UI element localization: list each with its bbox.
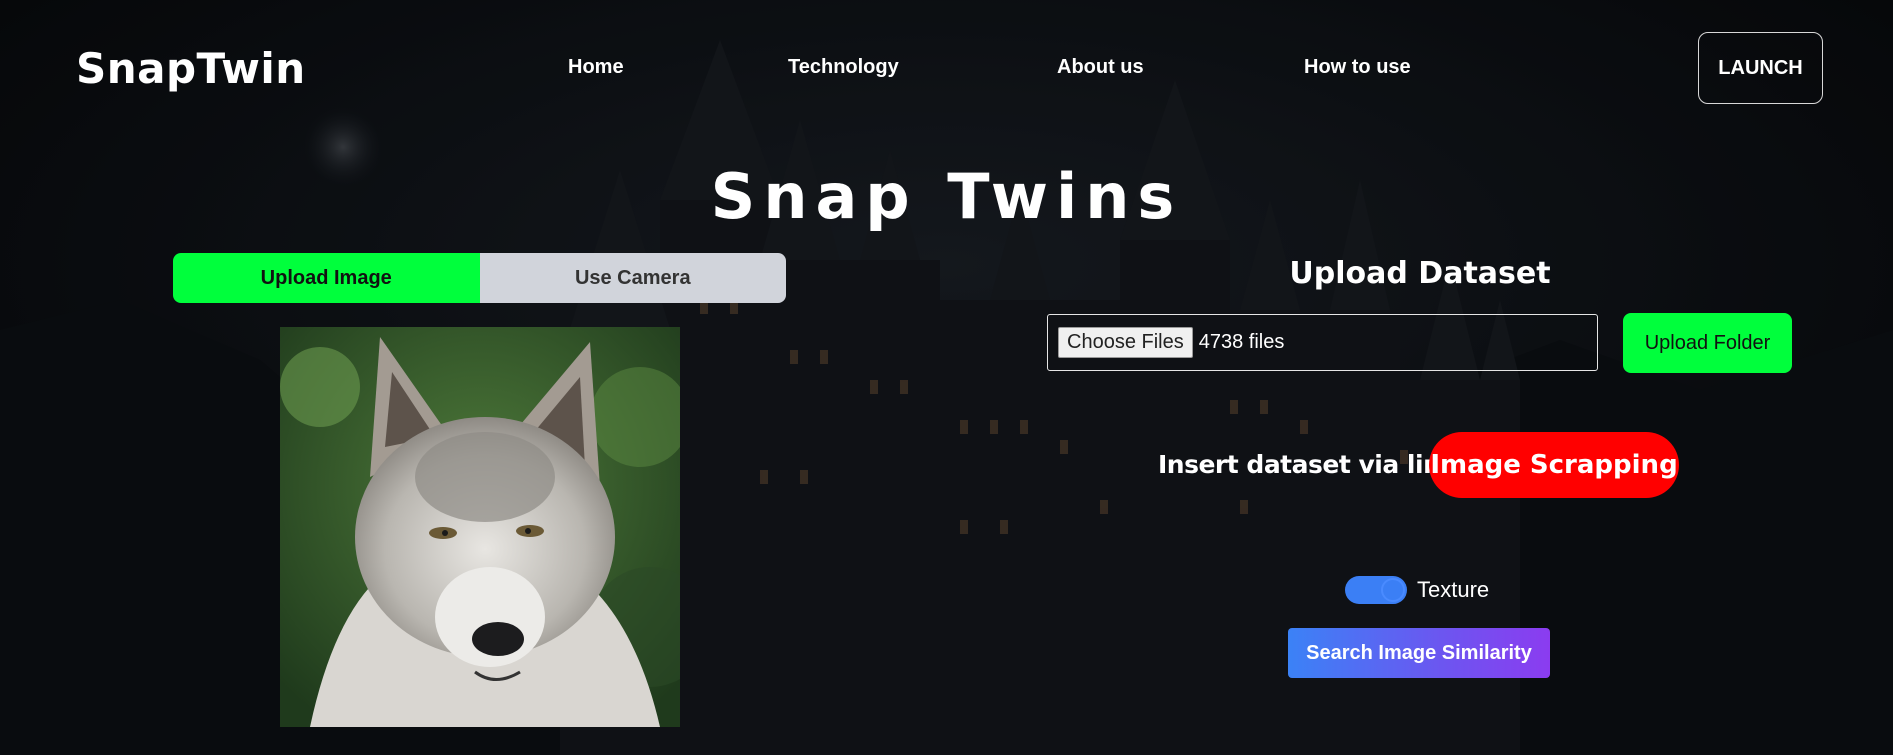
texture-toggle[interactable] (1345, 576, 1407, 604)
nav-about-link[interactable]: About us (1057, 56, 1144, 79)
image-scrapping-button[interactable]: Image Scrapping (1429, 432, 1679, 498)
choose-files-button[interactable]: Choose Files (1058, 327, 1193, 358)
launch-button[interactable]: LAUNCH (1698, 32, 1823, 104)
uploaded-image-preview (280, 327, 680, 727)
dataset-file-input[interactable]: Choose Files 4738 files (1047, 314, 1598, 371)
toggle-knob-icon (1381, 578, 1405, 602)
selected-file-count: 4738 files (1198, 331, 1285, 353)
upload-dataset-heading: Upload Dataset (1289, 256, 1551, 291)
input-mode-tabs: Upload Image Use Camera (173, 253, 786, 303)
upload-folder-button[interactable]: Upload Folder (1623, 313, 1792, 373)
brand-logo[interactable]: SnapTwin (76, 44, 306, 93)
texture-option: Texture (1345, 576, 1489, 604)
wolf-photo (280, 327, 680, 727)
tab-use-camera[interactable]: Use Camera (479, 253, 786, 303)
insert-dataset-link-label: Insert dataset via link: (1158, 450, 1467, 479)
nav-technology-link[interactable]: Technology (788, 56, 899, 79)
search-image-similarity-button[interactable]: Search Image Similarity (1288, 628, 1550, 678)
texture-label: Texture (1417, 577, 1490, 602)
nav-home-link[interactable]: Home (568, 56, 624, 79)
tab-upload-image[interactable]: Upload Image (173, 253, 480, 303)
nav-how-to-use-link[interactable]: How to use (1304, 56, 1411, 79)
page-title: Snap Twins (710, 160, 1183, 233)
